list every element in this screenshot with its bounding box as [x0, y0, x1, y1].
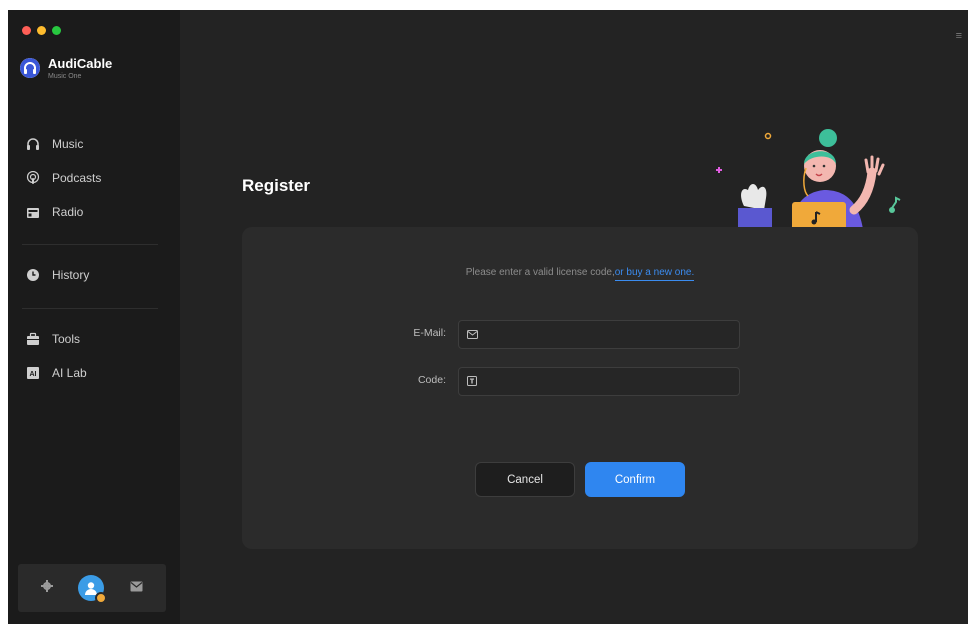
minimize-window-button[interactable]	[37, 26, 46, 35]
register-card: Please enter a valid license code,or buy…	[242, 227, 918, 549]
email-input[interactable]	[486, 328, 726, 341]
sidebar-item-history[interactable]: History	[8, 258, 180, 292]
license-hint: Please enter a valid license code,or buy…	[242, 267, 918, 281]
app-name: AudiCable	[48, 56, 113, 71]
sidebar-item-podcasts[interactable]: Podcasts	[8, 161, 180, 195]
sidebar-item-radio[interactable]: Radio	[8, 195, 180, 229]
cancel-button[interactable]: Cancel	[475, 462, 575, 497]
sidebar-item-label: Radio	[52, 205, 84, 219]
confirm-button[interactable]: Confirm	[585, 462, 685, 497]
register-illustration	[716, 129, 901, 236]
maximize-window-button[interactable]	[52, 26, 61, 35]
email-label: E-Mail:	[413, 327, 446, 339]
premium-badge-icon	[95, 592, 108, 604]
divider	[22, 308, 158, 309]
sidebar-item-label: AI Lab	[52, 366, 87, 380]
sidebar-item-tools[interactable]: Tools	[8, 322, 180, 356]
sidebar-item-ai-lab[interactable]: AI AI Lab	[8, 356, 180, 390]
close-window-button[interactable]	[22, 26, 31, 35]
toolbox-icon	[26, 332, 40, 346]
gear-icon[interactable]	[40, 579, 53, 597]
code-input[interactable]	[485, 375, 725, 388]
nav-group-main: Music Podcasts Radio	[8, 127, 180, 229]
app-window: AudiCable Music One Music Podcasts Radio…	[8, 10, 968, 624]
clock-icon	[26, 268, 40, 282]
hamburger-menu-icon[interactable]: ≡	[956, 30, 962, 42]
code-field[interactable]	[458, 367, 740, 396]
sidebar-item-label: History	[52, 268, 90, 282]
window-controls	[22, 26, 61, 35]
sidebar-item-label: Music	[52, 137, 84, 151]
sidebar-item-label: Podcasts	[52, 171, 102, 185]
buy-link[interactable]: or buy a new one.	[614, 267, 695, 281]
key-icon	[467, 373, 477, 391]
mail-icon	[467, 326, 478, 344]
page-title: Register	[242, 176, 311, 195]
nav-group-tools: Tools AI AI Lab	[8, 322, 180, 390]
app-logo-icon	[20, 58, 40, 78]
podcast-icon	[26, 171, 40, 185]
mail-icon[interactable]	[130, 579, 143, 597]
ai-icon: AI	[26, 366, 40, 380]
headphones-icon	[26, 137, 40, 151]
radio-icon	[26, 205, 40, 219]
nav-group-history: History	[8, 258, 180, 292]
svg-text:AI: AI	[30, 371, 37, 378]
license-hint-text: Please enter a valid license code,	[465, 267, 615, 278]
email-field[interactable]	[458, 320, 740, 349]
divider	[22, 244, 158, 245]
sidebar: AudiCable Music One Music Podcasts Radio…	[8, 10, 180, 624]
sidebar-item-music[interactable]: Music	[8, 127, 180, 161]
sidebar-item-label: Tools	[52, 332, 81, 346]
brand: AudiCable Music One	[20, 56, 112, 80]
sidebar-bottom-bar	[18, 564, 166, 612]
code-label: Code:	[417, 374, 446, 386]
app-subtitle: Music One	[48, 73, 82, 80]
user-avatar[interactable]	[78, 575, 108, 604]
